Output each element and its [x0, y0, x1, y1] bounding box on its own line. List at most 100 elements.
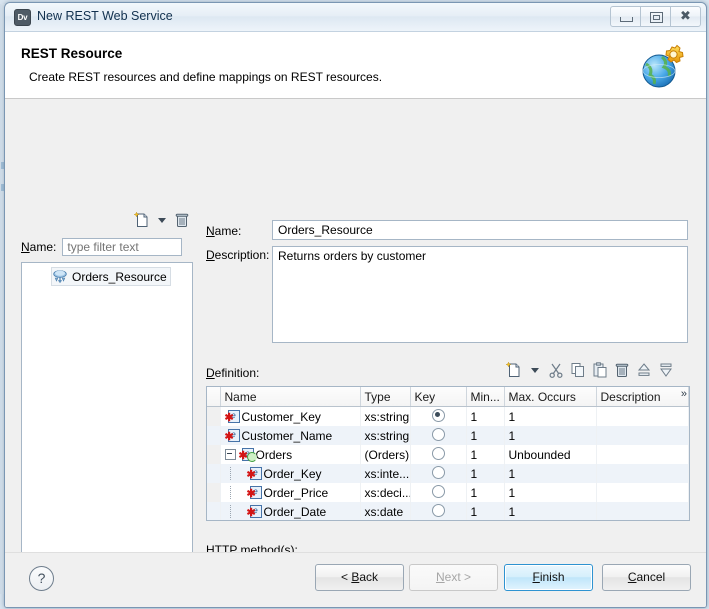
cell-description[interactable]	[596, 406, 689, 426]
element-icon: e✱	[225, 429, 240, 443]
delete-icon[interactable]	[613, 361, 631, 379]
minimize-button[interactable]	[610, 6, 641, 27]
row-selector-header	[207, 387, 221, 407]
column-header-key[interactable]: Key	[410, 387, 467, 407]
key-radio[interactable]	[431, 466, 445, 479]
element-icon: e✱	[239, 448, 257, 462]
column-overflow-icon[interactable]: »	[681, 388, 687, 400]
cell-max-occurs[interactable]: 1	[504, 406, 597, 426]
maximize-button[interactable]	[640, 6, 671, 27]
cell-min-occurs[interactable]: 1	[466, 445, 505, 464]
column-header-description[interactable]: Description »	[596, 387, 689, 407]
cell-name[interactable]: e ✱ Order_Date	[220, 502, 361, 520]
key-radio[interactable]	[431, 409, 445, 422]
column-header-max-occurs[interactable]: Max. Occurs	[504, 387, 597, 407]
new-resource-dropdown-icon[interactable]	[158, 217, 166, 223]
cell-min-occurs[interactable]: 1	[466, 502, 505, 520]
column-header-type[interactable]: Type	[360, 387, 411, 407]
new-element-dropdown-icon[interactable]	[531, 367, 539, 373]
row-selector[interactable]	[207, 464, 221, 483]
table-row[interactable]: e✱Orders(Orders) 1Unbounded	[207, 445, 689, 464]
cell-name[interactable]: e✱Orders	[220, 445, 361, 464]
key-radio[interactable]	[431, 485, 445, 498]
definition-table[interactable]: Name Type Key Min... Max. Occurs Descrip…	[206, 386, 690, 521]
cell-key[interactable]	[410, 445, 467, 464]
row-selector[interactable]	[207, 445, 221, 464]
key-radio[interactable]	[431, 428, 445, 441]
recurring-marker-icon	[246, 452, 257, 462]
cell-key[interactable]	[410, 502, 467, 520]
tree-item-label: Orders_Resource	[72, 269, 167, 284]
cell-description[interactable]	[596, 464, 689, 483]
cell-key[interactable]	[410, 426, 467, 445]
required-marker-icon: ✱	[246, 488, 256, 500]
cell-description[interactable]	[596, 445, 689, 464]
tree-item-orders-resource[interactable]: Orders_Resource	[51, 267, 171, 286]
cell-name[interactable]: e ✱ Customer_Key	[220, 406, 361, 426]
move-down-icon[interactable]	[657, 361, 675, 379]
cell-type[interactable]: xs:string	[360, 426, 411, 445]
table-body: e ✱ Customer_Key xs:string 1 1 e ✱ Customer_Name…	[207, 406, 689, 520]
cell-key[interactable]	[410, 483, 467, 502]
column-header-min[interactable]: Min...	[466, 387, 505, 407]
key-radio[interactable]	[431, 447, 445, 460]
cell-description[interactable]	[596, 426, 689, 445]
column-header-name[interactable]: Name	[220, 387, 361, 407]
cell-key[interactable]	[410, 406, 467, 426]
row-selector[interactable]	[207, 406, 221, 426]
table-row[interactable]: e ✱ Customer_Name xs:string 1 1	[207, 426, 689, 445]
cell-max-occurs[interactable]: 1	[504, 426, 597, 445]
table-row[interactable]: e ✱ Order_Price xs:deci... 1 1	[207, 483, 689, 502]
cell-name[interactable]: e ✱ Order_Price	[220, 483, 361, 502]
collapse-node-icon[interactable]	[224, 449, 236, 460]
cell-key[interactable]	[410, 464, 467, 483]
move-up-icon[interactable]	[635, 361, 653, 379]
cell-max-occurs[interactable]: 1	[504, 483, 597, 502]
required-marker-icon: ✱	[224, 412, 234, 424]
cell-min-occurs[interactable]: 1	[466, 464, 505, 483]
filter-input[interactable]	[62, 238, 183, 256]
cell-max-occurs[interactable]: Unbounded	[504, 445, 597, 464]
definition-label: Definition:	[206, 366, 260, 380]
close-button[interactable]: ✖	[670, 6, 701, 27]
cell-min-occurs[interactable]: 1	[466, 406, 505, 426]
cell-name[interactable]: e ✱ Customer_Name	[220, 426, 361, 445]
resource-toolbar	[133, 211, 191, 229]
element-name-label: Order_Price	[263, 485, 329, 500]
table-row[interactable]: e ✱ Customer_Key xs:string 1 1	[207, 406, 689, 426]
element-icon: e✱	[247, 505, 262, 519]
help-button[interactable]: ?	[29, 566, 54, 591]
copy-icon[interactable]	[569, 361, 587, 379]
row-selector[interactable]	[207, 483, 221, 502]
row-selector[interactable]	[207, 502, 221, 520]
new-element-icon[interactable]	[505, 361, 523, 379]
cell-type[interactable]: xs:deci...	[360, 483, 411, 502]
cell-min-occurs[interactable]: 1	[466, 426, 505, 445]
cut-icon[interactable]	[547, 361, 565, 379]
cell-min-occurs[interactable]: 1	[466, 483, 505, 502]
key-radio[interactable]	[431, 504, 445, 517]
finish-button[interactable]: Finish	[504, 564, 593, 591]
cell-max-occurs[interactable]: 1	[504, 464, 597, 483]
cancel-button[interactable]: Cancel	[602, 564, 691, 591]
cell-name[interactable]: e ✱ Order_Key	[220, 464, 361, 483]
cell-description[interactable]	[596, 483, 689, 502]
dialog-window: Dv New REST Web Service ✖ REST Resource …	[4, 2, 707, 608]
table-row[interactable]: e ✱ Order_Key xs:inte... 1 1	[207, 464, 689, 483]
paste-icon[interactable]	[591, 361, 609, 379]
description-input[interactable]	[272, 246, 688, 343]
table-row[interactable]: e ✱ Order_Date xs:date 1 1	[207, 502, 689, 520]
name-input[interactable]	[272, 220, 688, 240]
new-resource-icon[interactable]	[133, 211, 151, 229]
cell-max-occurs[interactable]: 1	[504, 502, 597, 520]
delete-resource-icon[interactable]	[173, 211, 191, 229]
cell-type[interactable]: (Orders)	[360, 445, 411, 464]
resource-tree[interactable]: Orders_Resource	[21, 262, 193, 591]
cell-type[interactable]: xs:string	[360, 406, 411, 426]
row-selector[interactable]	[207, 426, 221, 445]
element-name-label: Order_Date	[263, 504, 327, 519]
cell-type[interactable]: xs:date	[360, 502, 411, 520]
cell-type[interactable]: xs:inte...	[360, 464, 411, 483]
cell-description[interactable]	[596, 502, 689, 520]
back-button[interactable]: < Back	[315, 564, 404, 591]
